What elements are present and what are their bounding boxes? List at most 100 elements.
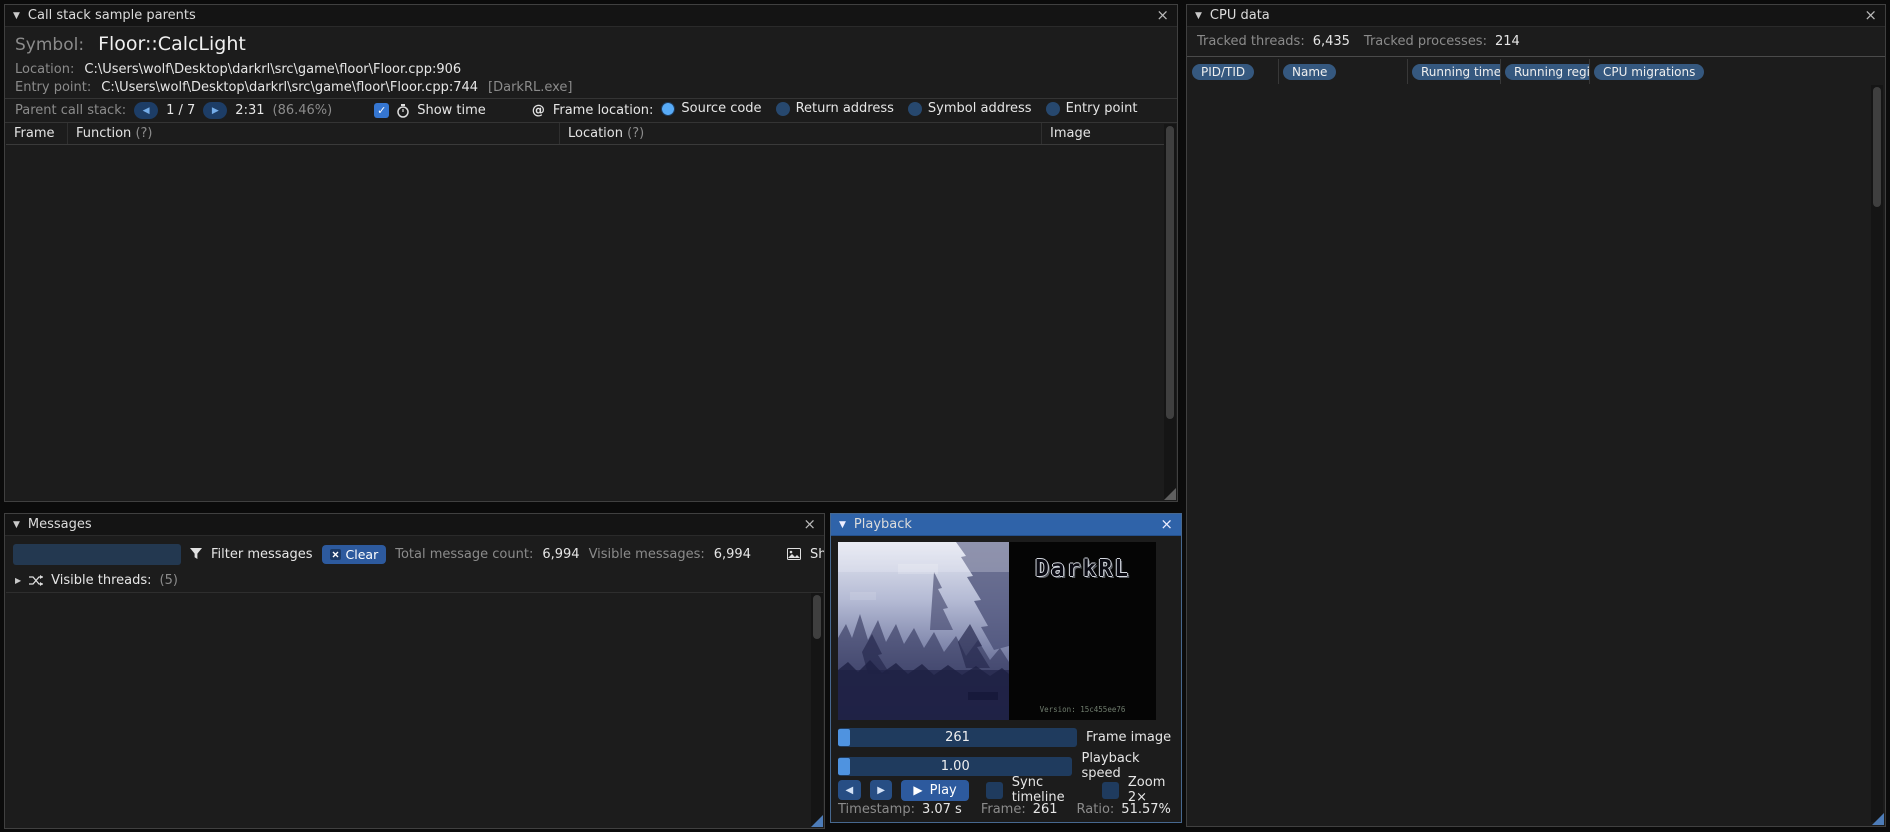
cpu-table-header: PID/TID Name Running time Running region… <box>1188 59 1884 84</box>
header-pid-tid[interactable]: PID/TID <box>1188 59 1279 84</box>
collapse-icon[interactable]: ▼ <box>13 11 20 21</box>
radio-label: Symbol address <box>927 101 1032 117</box>
header-image[interactable]: Image <box>1042 123 1176 144</box>
speed-slider-value: 1.00 <box>940 758 970 774</box>
messages-list <box>6 592 823 826</box>
frame-image-slider[interactable]: 261 <box>838 728 1077 747</box>
frame-image: DarkRL Version: 15c455ee76 <box>838 542 1156 720</box>
playback-speed-slider[interactable]: 1.00 <box>838 756 1073 776</box>
panel-title: CPU data <box>1209 8 1270 23</box>
header-cpu-migrations[interactable]: CPU migrations <box>1590 59 1884 84</box>
playback-status-row: Timestamp: 3.07 s Frame: 261 Ratio: 51.5… <box>838 802 1171 817</box>
callstack-titlebar[interactable]: ▼ Call stack sample parents × <box>5 5 1177 27</box>
zoom-2x-checkbox[interactable] <box>1101 781 1119 799</box>
panel-title: Playback <box>853 517 912 532</box>
forest-image <box>838 542 1009 720</box>
resize-grip[interactable] <box>1872 813 1884 825</box>
game-logo: DarkRL <box>1034 556 1131 582</box>
messages-panel: ▼ Messages × Filter messages Clear Total… <box>4 513 825 829</box>
header-function[interactable]: Function (?) <box>68 123 560 144</box>
clear-x-icon <box>329 548 341 560</box>
radio-label: Entry point <box>1065 101 1138 117</box>
show-images-label: Show images <box>809 546 824 562</box>
header-frame[interactable]: Frame <box>6 123 68 144</box>
cpu-scrollbar[interactable] <box>1871 85 1883 822</box>
callstack-scrollbar[interactable] <box>1164 124 1176 499</box>
show-time-checkbox[interactable]: ✓ <box>374 103 390 118</box>
visible-threads-count: (5) <box>159 572 178 588</box>
entry-point-line: Entry point: C:\Users\wolf\Desktop\darkr… <box>15 80 573 95</box>
frame-value: 261 <box>1032 802 1058 817</box>
play-icon: ▶ <box>913 783 923 797</box>
frame-label: Frame: <box>980 802 1026 817</box>
total-count-label: Total message count: <box>395 546 534 562</box>
messages-scrollbar[interactable] <box>811 593 823 826</box>
location-label: Location: <box>15 62 75 77</box>
visible-threads-label: Visible threads: <box>51 572 152 588</box>
next-frame-button[interactable]: ▶ <box>869 780 893 800</box>
hint-icon: (?) <box>627 126 645 141</box>
close-icon[interactable]: × <box>1864 8 1877 23</box>
sync-timeline-checkbox[interactable] <box>985 781 1003 799</box>
expander-icon[interactable]: ▶ <box>15 576 21 585</box>
radio-source-code[interactable]: Source code <box>661 101 762 117</box>
close-icon[interactable]: × <box>1156 8 1169 23</box>
parent-callstack-toolbar: Parent call stack: ◀ 1 / 7 ▶ 2:31 (86.46… <box>5 98 1177 123</box>
hint-icon: (?) <box>135 126 153 141</box>
shuffle-icon[interactable] <box>29 574 44 586</box>
radio-return-address[interactable]: Return address <box>775 101 894 117</box>
resize-grip[interactable] <box>1164 488 1176 500</box>
cpu-table-body <box>1188 85 1884 809</box>
playback-titlebar[interactable]: ▼ Playback × <box>831 514 1181 536</box>
frame-slider-row: 261 Frame image <box>838 728 1171 747</box>
panel-title: Messages <box>27 517 92 532</box>
playback-panel: ▼ Playback × DarkRL Version: 15c455ee76 … <box>830 513 1182 823</box>
tracked-threads-label: Tracked threads: <box>1197 34 1305 49</box>
at-icon: @ <box>531 103 545 118</box>
filter-label: Filter messages <box>211 546 313 562</box>
header-location[interactable]: Location (?) <box>560 123 1042 144</box>
next-stack-button[interactable]: ▶ <box>203 102 228 119</box>
radio-icon <box>907 101 922 116</box>
entry-image: [DarkRL.exe] <box>488 80 573 95</box>
prev-frame-button[interactable]: ◀ <box>838 780 861 800</box>
messages-titlebar[interactable]: ▼ Messages × <box>5 514 824 536</box>
header-running-time[interactable]: Running time <box>1408 59 1501 84</box>
callstack-table-body <box>6 146 1176 500</box>
divider <box>1187 56 1885 57</box>
radio-label: Return address <box>795 101 894 117</box>
radio-icon <box>1045 101 1060 116</box>
resize-grip[interactable] <box>811 815 823 827</box>
prev-stack-button[interactable]: ◀ <box>134 102 159 119</box>
message-filter-input[interactable] <box>13 543 181 565</box>
clear-button[interactable]: Clear <box>321 544 387 564</box>
cpu-data-panel: ▼ CPU data × Tracked threads: 6,435 Trac… <box>1186 4 1886 827</box>
panel-title: Call stack sample parents <box>27 8 196 23</box>
radio-symbol-address[interactable]: Symbol address <box>907 101 1032 117</box>
ratio-value: 51.57% <box>1121 802 1171 817</box>
collapse-icon[interactable]: ▼ <box>13 520 20 530</box>
messages-toolbar: Filter messages Clear Total message coun… <box>5 540 824 568</box>
header-name[interactable]: Name <box>1279 59 1408 84</box>
intro-screen: DarkRL Version: 15c455ee76 <box>1009 542 1156 720</box>
radio-icon <box>661 101 676 116</box>
symbol-line: Symbol: Floor::CalcLight <box>15 33 246 55</box>
close-icon[interactable]: × <box>803 517 816 532</box>
frame-image-label: Frame image <box>1086 730 1172 745</box>
location-line: Location: C:\Users\wolf\Desktop\darkrl\s… <box>15 62 461 77</box>
collapse-icon[interactable]: ▼ <box>839 520 846 530</box>
close-icon[interactable]: × <box>1160 517 1173 532</box>
cpu-titlebar[interactable]: ▼ CPU data × <box>1187 5 1885 27</box>
visible-count: 6,994 <box>713 546 751 562</box>
radio-label: Source code <box>681 101 762 117</box>
radio-entry-point[interactable]: Entry point <box>1045 101 1138 117</box>
stack-page: 1 / 7 <box>166 103 196 118</box>
header-running-regions[interactable]: Running regions <box>1501 59 1590 84</box>
sync-timeline-label: Sync timeline <box>1011 775 1065 805</box>
parent-label: Parent call stack: <box>15 103 127 118</box>
symbol-label: Symbol: <box>15 35 85 55</box>
collapse-icon[interactable]: ▼ <box>1195 11 1202 21</box>
timestamp-label: Timestamp: <box>838 802 915 817</box>
version-text: Version: 15c455ee76 <box>1039 705 1126 714</box>
play-button[interactable]: ▶ Play <box>901 779 969 801</box>
